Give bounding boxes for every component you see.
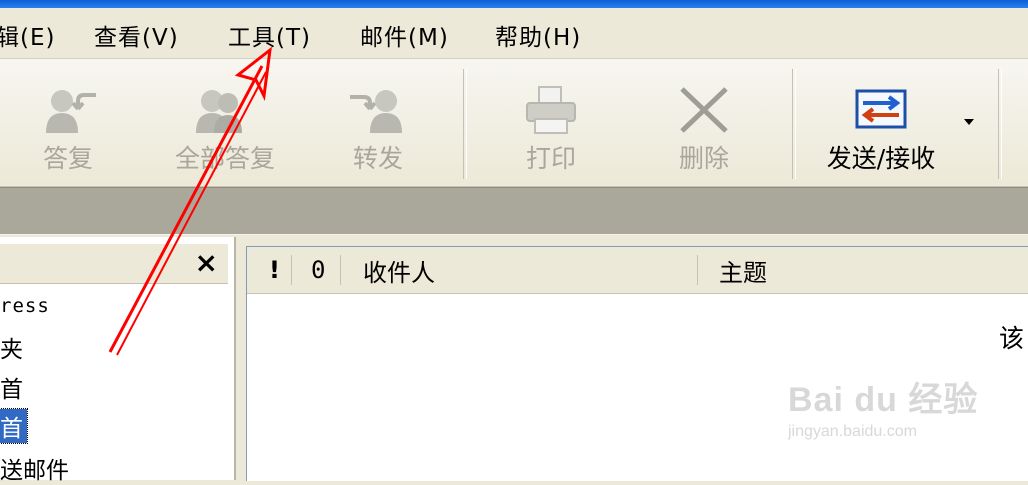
- send-receive-label: 发送/接收: [826, 144, 936, 173]
- send-receive-dropdown-icon[interactable]: [962, 117, 976, 127]
- forward-button[interactable]: 转发: [330, 59, 426, 181]
- outlook-bar: [0, 187, 1028, 235]
- reply-all-label: 全部答复: [174, 144, 275, 173]
- send-receive-icon: [855, 89, 907, 129]
- menu-message[interactable]: 邮件(M): [360, 18, 449, 52]
- priority-column-header[interactable]: !: [269, 247, 280, 293]
- folder-item-selected[interactable]: 首: [0, 408, 28, 444]
- delete-icon: [680, 87, 728, 133]
- reply-all-icon: [196, 90, 242, 133]
- to-column-header[interactable]: 收件人: [363, 247, 435, 293]
- close-icon[interactable]: ×: [195, 246, 218, 279]
- folder-pane: × ress 夹 首 首 送邮件: [0, 237, 236, 484]
- reply-icon: [46, 90, 96, 133]
- menu-bar: 辑(E) 查看(V) 工具(T) 邮件(M) 帮助(H): [0, 8, 1028, 59]
- column-divider[interactable]: [697, 255, 698, 285]
- forward-icon: [350, 90, 402, 133]
- window-titlebar: [0, 0, 1028, 8]
- reply-label: 答复: [42, 144, 93, 173]
- message-list: ! 0 收件人 主题 该: [246, 246, 1028, 481]
- folder-item[interactable]: ress: [0, 295, 50, 317]
- menu-tools[interactable]: 工具(T): [228, 18, 311, 52]
- delete-button[interactable]: 删除: [656, 59, 752, 181]
- folder-pane-header: ×: [0, 244, 228, 284]
- print-button[interactable]: 打印: [503, 59, 599, 181]
- reply-all-button[interactable]: 全部答复: [160, 59, 290, 181]
- toolbar-separator: [792, 69, 796, 179]
- send-receive-button[interactable]: 发送/接收: [806, 59, 956, 181]
- column-divider[interactable]: [340, 255, 341, 285]
- forward-label: 转发: [352, 144, 403, 173]
- pane-splitter[interactable]: [236, 237, 246, 480]
- menu-view[interactable]: 查看(V): [94, 18, 179, 52]
- toolbar-separator: [998, 69, 1002, 179]
- reply-button[interactable]: 答复: [20, 59, 116, 181]
- toolbar-separator: [463, 69, 467, 179]
- message-list-header: ! 0 收件人 主题: [247, 247, 1028, 294]
- column-divider[interactable]: [291, 255, 292, 285]
- menu-help[interactable]: 帮助(H): [495, 18, 581, 52]
- menu-edit[interactable]: 辑(E): [0, 18, 55, 52]
- folder-item[interactable]: 夹: [0, 330, 23, 364]
- print-label: 打印: [525, 144, 576, 173]
- attachment-column-header[interactable]: 0: [311, 247, 325, 293]
- subject-column-header[interactable]: 主题: [719, 247, 767, 293]
- toolbar: 答复 全部答复 转发 打印 删除 发送/接收: [0, 59, 1028, 187]
- folder-item[interactable]: 首: [0, 370, 23, 404]
- printer-icon: [526, 86, 576, 134]
- delete-label: 删除: [678, 144, 729, 173]
- empty-list-message: 该: [999, 324, 1025, 353]
